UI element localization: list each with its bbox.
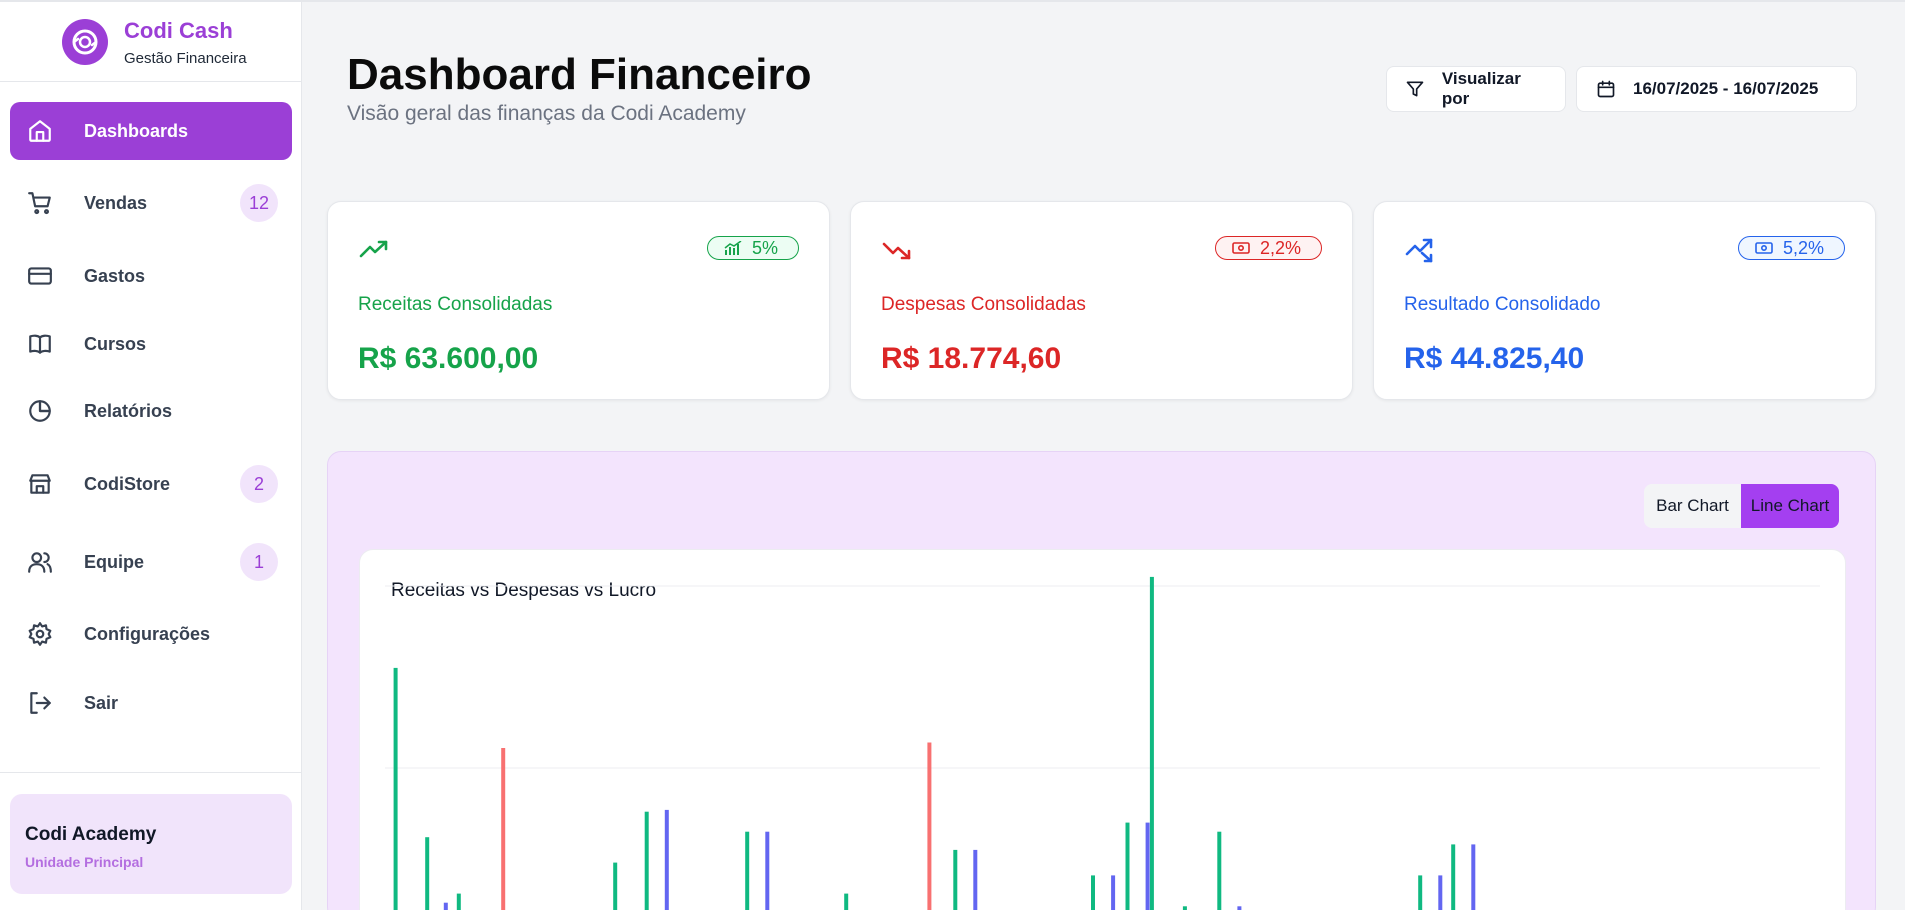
bar-chart-toggle[interactable]: Bar Chart xyxy=(1644,484,1741,528)
change-badge: 5,2% xyxy=(1737,236,1845,260)
kpi-value: R$ 44.825,40 xyxy=(1404,342,1585,375)
chart-bar-receitas[interactable] xyxy=(844,893,849,910)
kpi-card-despesas: 2,2% Despesas Consolidadas R$ 18.774,60 xyxy=(850,201,1353,400)
organization-unit: Unidade Principal xyxy=(25,854,144,870)
chart-bar-receitas[interactable] xyxy=(613,862,618,910)
sidebar-item-sair[interactable]: Sair xyxy=(10,674,292,732)
chart-bar-receitas[interactable] xyxy=(456,893,461,910)
change-value: 2,2% xyxy=(1259,237,1301,258)
sidebar-item-configuracoes[interactable]: Configurações xyxy=(10,605,292,663)
sidebar-item-label: Dashboards xyxy=(84,120,189,141)
date-range-button[interactable]: 16/07/2025 - 16/07/2025 xyxy=(1576,66,1857,112)
sidebar-item-dashboards[interactable]: Dashboards xyxy=(10,102,292,160)
sidebar-item-gastos[interactable]: Gastos xyxy=(10,247,292,305)
sidebar-item-cursos[interactable]: Cursos xyxy=(10,315,292,373)
banknote-icon xyxy=(1232,241,1250,255)
kpi-card-resultado: 5,2% Resultado Consolidado R$ 44.825,40 xyxy=(1373,201,1876,400)
count-badge: 12 xyxy=(240,184,278,222)
chart-bar-lucro[interactable] xyxy=(1471,844,1476,910)
sidebar-item-equipe[interactable]: Equipe 1 xyxy=(10,533,292,591)
chart-bar-receitas[interactable] xyxy=(1182,906,1187,910)
sidebar: Codi Cash Gestão Financeira Dashboards V… xyxy=(0,2,302,910)
chart-bar-lucro[interactable] xyxy=(1438,875,1443,910)
pie-chart-icon xyxy=(26,397,54,425)
chart-bar-lucro[interactable] xyxy=(973,849,978,910)
brand-name: Codi Cash xyxy=(124,18,233,43)
view-by-label: Visualizar por xyxy=(1441,69,1521,108)
chart-panel: Bar Chart Line Chart Receitas vs Despesa… xyxy=(327,451,1876,910)
line-chart-toggle[interactable]: Line Chart xyxy=(1741,484,1839,528)
credit-card-icon xyxy=(26,262,54,290)
change-badge: 2,2% xyxy=(1214,236,1322,260)
chart-card: Receitas vs Despesas vs Lucro xyxy=(359,549,1846,910)
cart-icon xyxy=(26,189,54,217)
chart-bar-despesas[interactable] xyxy=(927,742,932,910)
change-badge: 5% xyxy=(706,236,799,260)
sidebar-item-label: Gastos xyxy=(84,265,146,286)
store-icon xyxy=(26,470,54,498)
chart-bar-receitas[interactable] xyxy=(393,667,398,910)
page-title: Dashboard Financeiro xyxy=(347,50,812,99)
trending-up-down-icon xyxy=(1405,238,1433,263)
chart-bar-lucro[interactable] xyxy=(765,831,770,910)
chart-bar-receitas[interactable] xyxy=(1418,875,1423,910)
chart-bar-receitas[interactable] xyxy=(1217,831,1222,910)
chart-bar-receitas[interactable] xyxy=(1451,844,1456,910)
chart-bar-lucro[interactable] xyxy=(1145,822,1150,910)
trending-up-icon xyxy=(359,240,388,258)
bar-chart-icon xyxy=(724,241,742,255)
gear-icon xyxy=(26,620,54,648)
logout-icon xyxy=(26,689,54,717)
chart-plot-area xyxy=(385,576,1820,910)
chart-bar-receitas[interactable] xyxy=(745,831,750,910)
chart-bar-receitas[interactable] xyxy=(1091,875,1095,910)
date-range-label: 16/07/2025 - 16/07/2025 xyxy=(1633,79,1819,98)
kpi-value: R$ 18.774,60 xyxy=(881,342,1062,375)
book-icon xyxy=(26,330,54,358)
users-icon xyxy=(26,548,54,576)
chart-bar-despesas[interactable] xyxy=(501,748,506,910)
organization-card[interactable]: Codi Academy Unidade Principal xyxy=(10,794,292,894)
sidebar-item-label: Cursos xyxy=(84,333,147,354)
chart-bar-receitas[interactable] xyxy=(1125,822,1130,910)
sidebar-item-vendas[interactable]: Vendas 12 xyxy=(10,174,292,232)
chart-bar-receitas[interactable] xyxy=(644,811,649,910)
kpi-label: Receitas Consolidadas xyxy=(358,294,553,315)
kpi-label: Resultado Consolidado xyxy=(1404,294,1601,315)
chart-bar-receitas[interactable] xyxy=(425,837,430,910)
home-icon xyxy=(26,117,54,145)
kpi-card-receitas: 5% Receitas Consolidadas R$ 63.600,00 xyxy=(327,201,830,400)
view-by-button[interactable]: Visualizar por xyxy=(1386,66,1566,112)
brand: Codi Cash Gestão Financeira xyxy=(0,2,302,82)
sidebar-item-relatorios[interactable]: Relatórios xyxy=(10,382,292,440)
chart-bar-lucro[interactable] xyxy=(664,809,669,910)
sidebar-divider xyxy=(0,772,302,773)
sidebar-item-label: Relatórios xyxy=(84,400,173,421)
filter-icon xyxy=(1405,78,1426,100)
sidebar-item-label: Configurações xyxy=(84,623,211,644)
sidebar-item-label: CodiStore xyxy=(84,473,171,494)
sidebar-item-label: Vendas xyxy=(84,192,148,213)
logo-icon xyxy=(62,19,108,65)
kpi-value: R$ 63.600,00 xyxy=(358,342,539,375)
change-value: 5,2% xyxy=(1782,237,1824,258)
chart-bar-lucro[interactable] xyxy=(1111,875,1116,910)
calendar-icon xyxy=(1595,78,1617,100)
chart-bar-receitas[interactable] xyxy=(1149,576,1154,910)
organization-name: Codi Academy xyxy=(25,824,157,845)
brand-subtitle: Gestão Financeira xyxy=(124,50,247,67)
sidebar-item-label: Sair xyxy=(84,692,119,713)
banknote-icon xyxy=(1755,241,1773,255)
kpi-label: Despesas Consolidadas xyxy=(881,294,1086,315)
chart-bar-receitas[interactable] xyxy=(953,849,958,910)
trending-down-icon xyxy=(882,242,911,260)
count-badge: 2 xyxy=(240,465,278,503)
change-value: 5% xyxy=(751,237,778,258)
chart-bar-lucro[interactable] xyxy=(1237,906,1242,910)
sidebar-item-label: Equipe xyxy=(84,551,145,572)
page-subtitle: Visão geral das finanças da Codi Academy xyxy=(347,102,746,125)
count-badge: 1 xyxy=(240,543,278,581)
chart-bar-lucro[interactable] xyxy=(443,902,448,910)
sidebar-item-codistore[interactable]: CodiStore 2 xyxy=(10,455,292,513)
